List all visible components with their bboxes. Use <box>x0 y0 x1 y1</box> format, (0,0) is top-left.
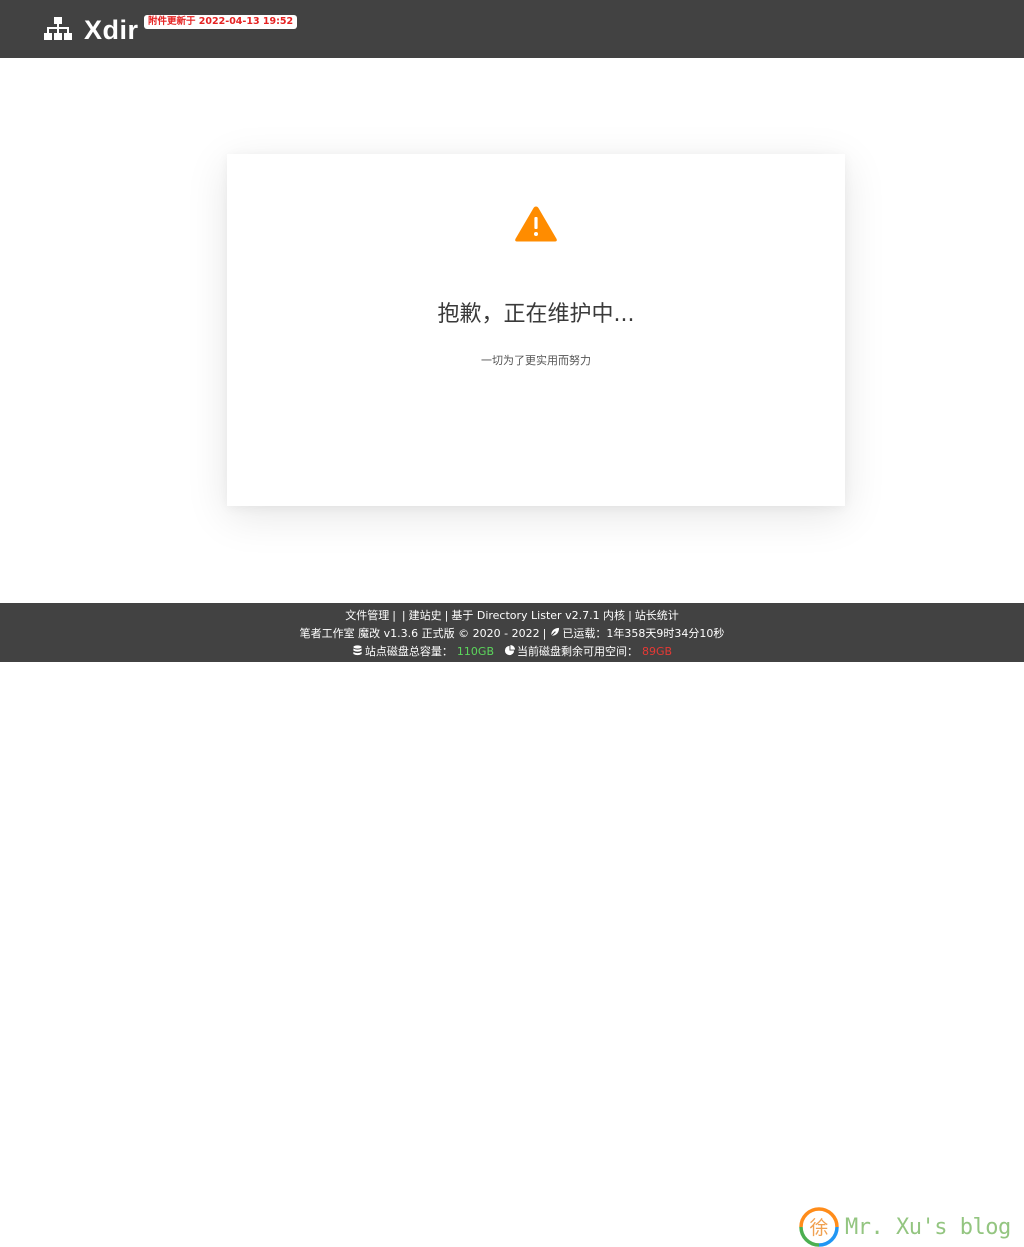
footer-disk-line: 站点磁盘总容量： 110GB 当前磁盘剩余可用空间： 89GB <box>0 643 1024 661</box>
brand-name: Xdir <box>84 14 139 45</box>
disk-total-label: 站点磁盘总容量： <box>364 645 453 658</box>
blog-watermark-text: Mr. Xu's blog <box>845 1214 1011 1240</box>
studio-credit: 笔者工作室 魔改 v1.3.6 正式版 © 2020 - 2022 <box>299 627 540 640</box>
maintenance-title: 抱歉，正在维护中... <box>437 302 635 327</box>
site-history-link[interactable]: 建站史 <box>409 609 442 622</box>
blog-logo-icon: 徐 <box>799 1207 839 1247</box>
feather-icon <box>549 627 560 638</box>
uptime-value: 1年358天9时34分10秒 <box>606 627 725 640</box>
top-header: Xdir 附件更新于 2022-04-13 19:52 <box>0 0 1024 58</box>
maintenance-card: 抱歉，正在维护中... 一切为了更实用而努力 <box>227 154 845 506</box>
database-icon <box>353 645 362 656</box>
directory-lister-link[interactable]: 基于 Directory Lister v2.7.1 内核 <box>451 609 625 622</box>
disk-free-value: 89GB <box>642 645 673 658</box>
disk-free-label: 当前磁盘剩余可用空间： <box>517 645 638 658</box>
footer-info-line: 笔者工作室 魔改 v1.3.6 正式版 © 2020 - 2022 | 已运载：1年… <box>299 627 725 640</box>
blog-watermark: 徐 Mr. Xu's blog <box>799 1207 1011 1247</box>
update-badge: 附件更新于 2022-04-13 19:52 <box>144 15 298 29</box>
site-footer: 文件管理 | | 建站史 | 基于 Directory Lister v2.7.1 内核 |… <box>0 603 1024 1247</box>
file-manager-link[interactable]: 文件管理 <box>345 609 389 622</box>
uptime-label: 已运载： <box>562 627 607 640</box>
sitemap-icon <box>44 17 72 40</box>
footer-links-line: 文件管理 | | 建站史 | 基于 Directory Lister v2.7.1 内核 |… <box>345 609 679 622</box>
pie-chart-icon <box>504 645 515 656</box>
maintenance-subtitle: 一切为了更实用而努力 <box>481 354 591 367</box>
brand-logo-link[interactable]: Xdir <box>44 0 139 58</box>
warning-triangle-icon <box>515 206 557 242</box>
disk-total-value: 110GB <box>456 645 494 658</box>
site-stats-link[interactable]: 站长统计 <box>635 609 679 622</box>
svg-text:徐: 徐 <box>809 1217 828 1239</box>
